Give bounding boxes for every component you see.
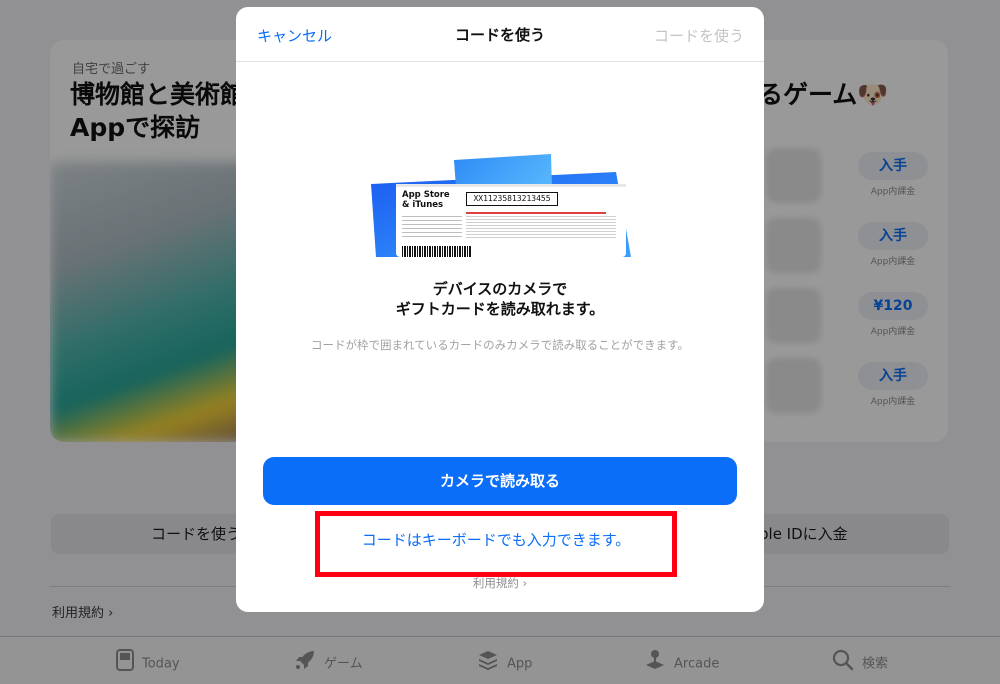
- scan-with-camera-button[interactable]: カメラで読み取る: [263, 457, 737, 505]
- gift-card-illustration: App Store & iTunes XX11235813213455: [366, 152, 636, 257]
- camera-hint: コードが枠で囲まれているカードのみカメラで読み取ることができます。: [310, 338, 689, 352]
- gift-card-brand: App Store & iTunes: [402, 190, 450, 210]
- gift-card-fine-print: [466, 216, 616, 240]
- gift-card-fine-print: [402, 216, 462, 240]
- camera-message: デバイスのカメラで ギフトカードを読み取れます。: [395, 280, 605, 318]
- terms-link[interactable]: 利用規約 ›: [236, 575, 764, 591]
- gift-card-red-text: [466, 212, 606, 214]
- gift-card-barcode: [402, 246, 472, 257]
- redeem-button-disabled[interactable]: コードを使う: [654, 25, 744, 46]
- sheet-header: キャンセル コードを使う コードを使う: [236, 7, 764, 62]
- highlight-box: [315, 511, 677, 577]
- gift-card-code: XX11235813213455: [466, 192, 558, 206]
